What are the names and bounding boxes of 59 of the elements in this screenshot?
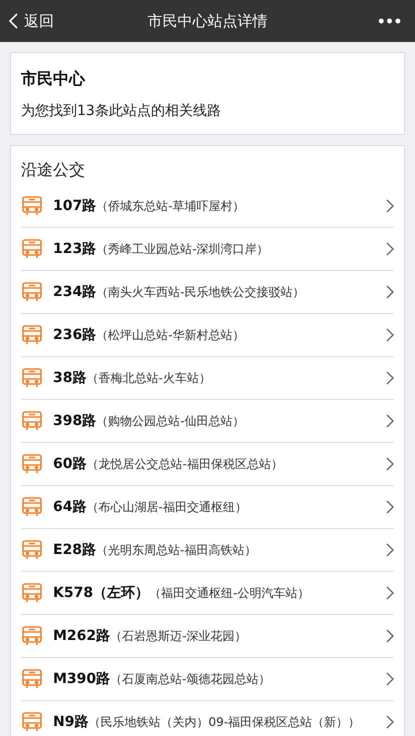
bus-icon [21, 410, 43, 432]
route-text: 234路（南头火车西站-民乐地铁公交接驳站） [53, 283, 306, 301]
bus-icon [21, 281, 43, 303]
bus-icon [21, 453, 43, 475]
route-item[interactable]: 60路（龙悦居公交总站-福田保税区总站） [21, 443, 394, 486]
route-text: 398路（购物公园总站-仙田总站） [53, 412, 246, 430]
section-title: 沿途公交 [20, 159, 86, 181]
route-item[interactable]: 398路（购物公园总站-仙田总站） [21, 400, 394, 443]
bus-icon [21, 625, 43, 647]
route-text: K578（左环）（福田交通枢纽-公明汽车站） [53, 584, 310, 602]
route-item[interactable]: 64路（布心山湖居-福田交通枢纽） [21, 486, 394, 529]
route-text: 64路（布心山湖居-福田交通枢纽） [53, 498, 248, 516]
route-item[interactable]: 236路（松坪山总站-华新村总站） [21, 314, 394, 357]
bus-icon [21, 582, 43, 604]
bus-icon [21, 367, 43, 389]
chevron-right-icon [386, 672, 394, 686]
route-item[interactable]: M262路（石岩恩斯迈-深业花园） [21, 615, 394, 658]
chevron-right-icon [386, 457, 394, 471]
bus-icon [21, 496, 43, 518]
chevron-right-icon [386, 586, 394, 600]
chevron-right-icon [386, 629, 394, 643]
route-item[interactable]: N9路（民乐地铁站（关内）09-福田保税区总站（新）） [21, 701, 394, 736]
chevron-right-icon [386, 414, 394, 428]
chevron-right-icon [386, 500, 394, 514]
chevron-right-icon [386, 285, 394, 299]
route-text: 60路（龙悦居公交总站-福田保税区总站） [53, 455, 284, 473]
route-text: 123路（秀峰工业园总站-深圳湾口岸） [53, 240, 270, 258]
route-text: N9路（民乐地铁站（关内）09-福田保税区总站（新）） [53, 713, 362, 731]
route-text: 107路（侨城东总站-草埔吓屋村） [53, 197, 246, 215]
chevron-right-icon [386, 328, 394, 342]
route-item[interactable]: K578（左环）（福田交通枢纽-公明汽车站） [21, 572, 394, 615]
station-name: 市民中心 [20, 68, 86, 90]
bus-icon [21, 539, 43, 561]
chevron-right-icon [386, 715, 394, 729]
page-title: 市民中心站点详情 [148, 12, 268, 30]
route-item[interactable]: 234路（南头火车西站-民乐地铁公交接驳站） [21, 271, 394, 314]
route-text: M390路（石厦南总站-颂德花园总站） [53, 670, 272, 688]
chevron-right-icon [386, 199, 394, 213]
route-text: M262路（石岩恩斯迈-深业花园） [53, 627, 248, 645]
bus-icon [21, 711, 43, 733]
bus-icon [21, 668, 43, 690]
back-button[interactable]: 返回 [8, 12, 70, 30]
chevron-right-icon [386, 242, 394, 256]
bus-icon [21, 195, 43, 217]
route-item[interactable]: 107路（侨城东总站-草埔吓屋村） [21, 185, 394, 228]
bus-icon [21, 238, 43, 260]
route-text: 236路（松坪山总站-华新村总站） [53, 326, 246, 344]
route-text: E28路（光明东周总站-福田高铁站） [53, 541, 258, 559]
bus-icon [21, 324, 43, 346]
chevron-right-icon [386, 543, 394, 557]
route-item[interactable]: 38路（香梅北总站-火车站） [21, 357, 394, 400]
route-item[interactable]: M390路（石厦南总站-颂德花园总站） [21, 658, 394, 701]
back-icon [8, 13, 18, 29]
chevron-right-icon [386, 371, 394, 385]
more-button[interactable]: ••• [345, 10, 407, 32]
route-item[interactable]: 123路（秀峰工业园总站-深圳湾口岸） [21, 228, 394, 271]
route-count-text: 为您找到13条此站点的相关线路 [20, 102, 222, 121]
route-text: 38路（香梅北总站-火车站） [53, 369, 212, 387]
route-item[interactable]: E28路（光明东周总站-福田高铁站） [21, 529, 394, 572]
